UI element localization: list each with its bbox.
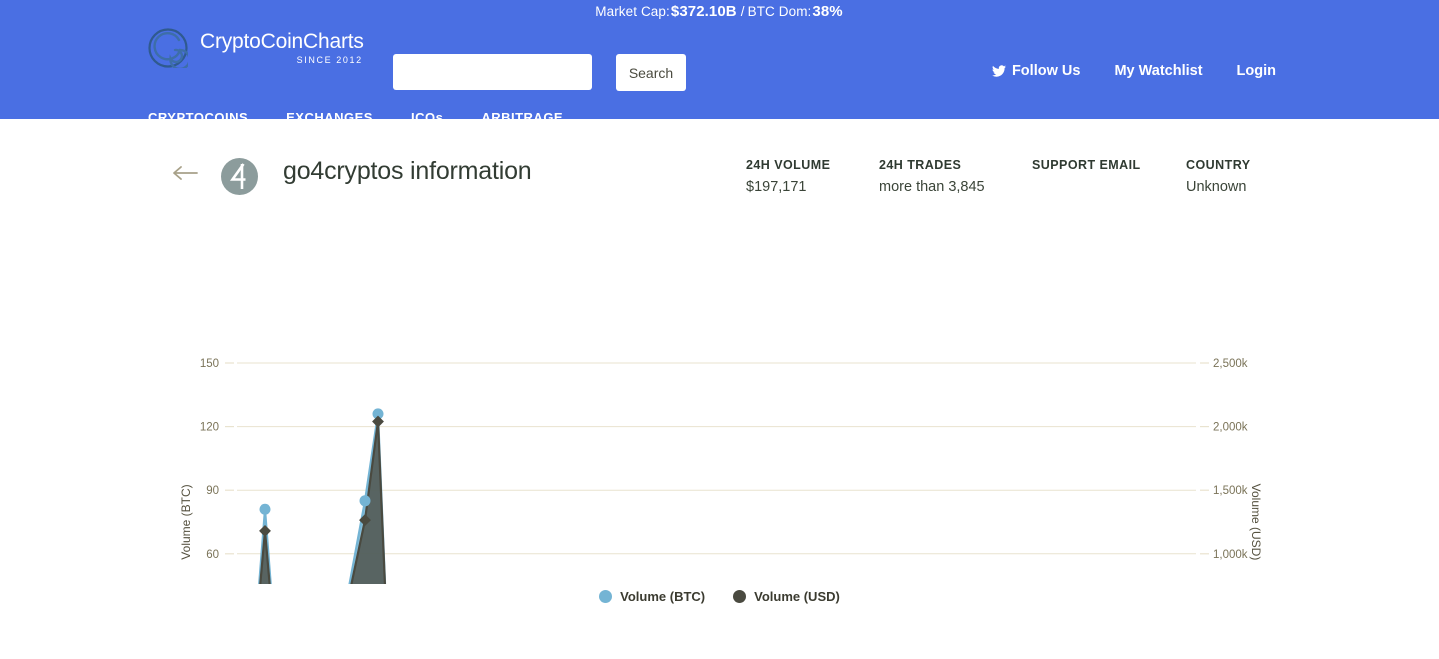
twitter-icon [991, 65, 1006, 77]
svg-text:2,500k: 2,500k [1213, 358, 1248, 370]
stat-24h-trades: 24H TRADES more than 3,845 [879, 158, 985, 195]
btc-dominance-label: BTC Dom: [747, 3, 812, 19]
stat-country: COUNTRY Unknown [1186, 158, 1251, 195]
svg-text:Volume (USD): Volume (USD) [1249, 484, 1263, 561]
search-input[interactable] [393, 54, 592, 90]
logo-subtitle: SINCE 2012 [296, 55, 363, 65]
market-ticker-bar: Market Cap: $372.10B / BTC Dom: 38% [0, 0, 1439, 22]
svg-text:90: 90 [206, 485, 219, 497]
ticker-separator: / [740, 3, 745, 19]
coin-logo-icon [221, 158, 258, 195]
svg-text:150: 150 [200, 358, 219, 370]
arrow-left-icon[interactable] [172, 165, 198, 181]
legend-label-btc: Volume (BTC) [620, 589, 706, 604]
page-title: go4cryptos information [283, 157, 532, 185]
stat-country-label: COUNTRY [1186, 158, 1251, 172]
stat-support-email: SUPPORT EMAIL [1032, 158, 1141, 179]
legend-color-swatch-btc [599, 590, 613, 603]
market-cap-label: Market Cap: [595, 3, 670, 19]
svg-text:1,500k: 1,500k [1213, 485, 1248, 497]
svg-text:Volume (BTC): Volume (BTC) [179, 484, 193, 559]
coin-header: go4cryptos information 24H VOLUME $197,1… [0, 151, 1439, 217]
legend-item-volume-usd[interactable]: Volume (USD) [733, 589, 840, 604]
my-watchlist-label: My Watchlist [1114, 63, 1203, 79]
stat-24h-volume: 24H VOLUME $197,171 [746, 158, 830, 195]
stat-24h-volume-label: 24H VOLUME [746, 158, 831, 172]
stat-support-email-label: SUPPORT EMAIL [1032, 158, 1141, 172]
stat-24h-trades-value: more than 3,845 [879, 179, 985, 195]
svg-text:60: 60 [206, 549, 219, 561]
search-button[interactable]: Search [616, 54, 686, 91]
stat-24h-trades-label: 24H TRADES [879, 158, 962, 172]
legend-label-usd: Volume (USD) [754, 589, 840, 604]
page-content: go4cryptos information 24H VOLUME $197,1… [0, 119, 1439, 656]
chart-legend: Volume (BTC) Volume (USD) [0, 589, 1439, 604]
volume-chart[interactable]: 03060901201500500k1,000k1,500k2,000k2,50… [0, 224, 1439, 644]
stat-24h-volume-value: $197,171 [746, 179, 807, 195]
site-logo[interactable]: CryptoCoinCharts SINCE 2012 [148, 28, 364, 68]
volume-chart-svg: 03060901201500500k1,000k1,500k2,000k2,50… [179, 358, 1263, 584]
legend-color-swatch-usd [733, 590, 747, 603]
svg-text:1,000k: 1,000k [1213, 549, 1248, 561]
site-header: CryptoCoinCharts SINCE 2012 Search Follo… [0, 22, 1439, 125]
market-cap-value: $372.10B [670, 2, 737, 20]
legend-item-volume-btc[interactable]: Volume (BTC) [599, 589, 705, 604]
svg-text:120: 120 [200, 422, 219, 434]
logo-title: CryptoCoinCharts [200, 30, 364, 53]
spiral-logo-icon [148, 28, 188, 68]
my-watchlist-link[interactable]: My Watchlist [1114, 63, 1202, 79]
login-link[interactable]: Login [1237, 63, 1276, 79]
header-links: Follow Us My Watchlist Login [991, 63, 1276, 79]
follow-us-label: Follow Us [1011, 63, 1081, 79]
svg-text:2,000k: 2,000k [1213, 422, 1248, 434]
btc-dominance-value: 38% [812, 2, 843, 20]
follow-us-link[interactable]: Follow Us [991, 63, 1081, 79]
stat-country-value: Unknown [1186, 179, 1247, 195]
login-label: Login [1236, 63, 1276, 79]
